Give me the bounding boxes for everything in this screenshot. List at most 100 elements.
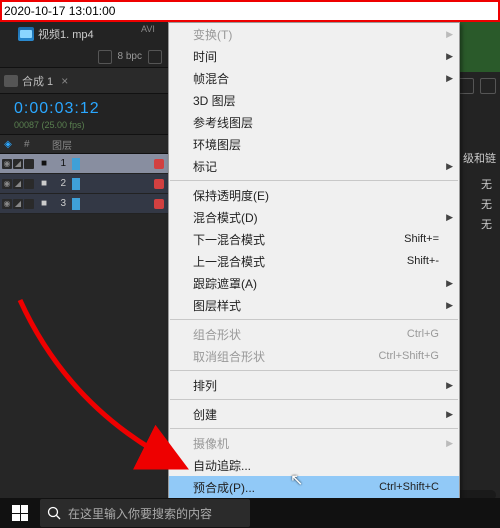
menu-item: 摄像机 ▶ [169, 432, 459, 454]
project-footer: 8 bpc [0, 46, 168, 68]
menu-item-label: 环境图层 [193, 136, 241, 153]
layer-type-icon [72, 198, 80, 210]
menu-item-label: 跟踪遮罩(A) [193, 275, 257, 292]
layer-color-swatch[interactable] [154, 179, 164, 189]
menu-item[interactable]: 上一混合模式Shift+- [169, 250, 459, 272]
menu-item-label: 变换(T) [193, 26, 232, 43]
menu-separator [170, 370, 458, 371]
menu-item[interactable]: 跟踪遮罩(A) ▶ [169, 272, 459, 294]
submenu-arrow-icon: ▶ [446, 278, 453, 289]
layer-number: 3 [50, 198, 72, 209]
menu-item[interactable]: 保持透明度(E) [169, 184, 459, 206]
menu-item[interactable]: 帧混合▶ [169, 67, 459, 89]
layer-switches[interactable]: ◉◢ [0, 159, 38, 169]
menu-item[interactable]: 时间▶ [169, 45, 459, 67]
submenu-arrow-icon: ▶ [446, 300, 453, 311]
parent-value-2[interactable]: 无 [481, 196, 492, 212]
layer-bullet: ■ [38, 158, 50, 169]
project-tool-icon-2[interactable] [148, 50, 162, 64]
menu-shortcut: Shift+= [404, 233, 439, 245]
submenu-arrow-icon: ▶ [446, 409, 453, 420]
layer-color-swatch[interactable] [154, 199, 164, 209]
cursor-pointer-icon: ↖ [290, 470, 303, 490]
submenu-arrow-icon: ▶ [446, 212, 453, 223]
timestamp-bar: 2020-10-17 13:01:00 [0, 0, 500, 22]
menu-item[interactable]: 图层样式▶ [169, 294, 459, 316]
submenu-arrow-icon: ▶ [446, 73, 453, 84]
menu-item[interactable]: 自动追踪... [169, 454, 459, 476]
menu-separator [170, 399, 458, 400]
menu-item-label: 参考线图层 [193, 114, 253, 131]
start-button[interactable] [0, 498, 40, 528]
composition-icon [4, 75, 18, 87]
menu-item-label: 混合模式(D) [193, 209, 258, 226]
menu-item: 取消组合形状 Ctrl+Shift+G [169, 345, 459, 367]
menu-item-label: 保持透明度(E) [193, 187, 269, 204]
panel-icon-1[interactable] [458, 78, 474, 94]
menu-item-label: 创建 [193, 406, 217, 423]
menu-item: 组合形状Ctrl+G [169, 323, 459, 345]
menu-item[interactable]: 排列 ▶ [169, 374, 459, 396]
menu-item-label: 3D 图层 [193, 92, 236, 109]
layer-row[interactable]: ◉◢■2 [0, 174, 168, 194]
menu-item[interactable]: 标记 ▶ [169, 155, 459, 177]
taskbar-search[interactable]: 在这里输入你要搜索的内容 [40, 499, 250, 527]
parent-value-1[interactable]: 无 [481, 176, 492, 192]
menu-item-label: 预合成(P)... [193, 479, 255, 496]
menu-item[interactable]: 创建 ▶ [169, 403, 459, 425]
layer-context-menu: 变换(T) ▶ 时间▶帧混合▶ 3D 图层参考线图层环境图层标记 ▶ 保持透明度(E) 混合… [168, 22, 460, 499]
menu-separator [170, 180, 458, 181]
search-icon [40, 506, 68, 520]
menu-shortcut: Ctrl+Shift+C [379, 481, 439, 493]
timecode[interactable]: 0:00:03:12 [14, 100, 168, 118]
menu-item-label: 组合形状 [193, 326, 241, 343]
layer-color-swatch[interactable] [154, 159, 164, 169]
submenu-arrow-icon: ▶ [446, 438, 453, 449]
menu-separator [170, 428, 458, 429]
submenu-arrow-icon: ▶ [446, 29, 453, 40]
layer-number: 2 [50, 178, 72, 189]
layer-number: 1 [50, 158, 72, 169]
menu-item-label: 排列 [193, 377, 217, 394]
timecode-block[interactable]: 0:00:03:12 00087 (25.00 fps) [0, 94, 168, 134]
layer-selector-icon[interactable]: ◈ [0, 139, 16, 150]
menu-item-label: 标记 [193, 158, 217, 175]
bpc-label[interactable]: 8 bpc [118, 51, 142, 62]
menu-item-label: 下一混合模式 [193, 231, 265, 248]
menu-shortcut: Ctrl+Shift+G [378, 350, 439, 362]
menu-item[interactable]: 混合模式(D) ▶ [169, 206, 459, 228]
layer-row[interactable]: ◉◢■1 [0, 154, 168, 174]
left-panel: 视频1. mp4 8 bpc 合成 1 × 0:00:03:12 00087 (… [0, 22, 168, 528]
windows-taskbar: 在这里输入你要搜索的内容 [0, 498, 500, 528]
windows-logo-icon [12, 505, 28, 521]
parent-link-header: 级和链 [463, 150, 496, 166]
layer-header-label: 图层 [52, 137, 168, 152]
menu-separator [170, 319, 458, 320]
parent-value-3[interactable]: 无 [481, 216, 492, 232]
menu-item[interactable]: 参考线图层 [169, 111, 459, 133]
menu-item-label: 摄像机 [193, 435, 229, 452]
submenu-arrow-icon: ▶ [446, 380, 453, 391]
layer-type-icon [72, 158, 80, 170]
layer-switches[interactable]: ◉◢ [0, 199, 38, 209]
composition-name: 合成 1 [22, 73, 53, 89]
menu-item[interactable]: 下一混合模式 Shift+= [169, 228, 459, 250]
menu-item[interactable]: 3D 图层 [169, 89, 459, 111]
timeline-tab[interactable]: 合成 1 × [0, 68, 168, 94]
menu-item[interactable]: 预合成(P)... Ctrl+Shift+C [169, 476, 459, 498]
close-icon[interactable]: × [61, 74, 68, 88]
menu-item[interactable]: 环境图层 [169, 133, 459, 155]
preview-thumbnail [460, 22, 500, 72]
timestamp-text: 2020-10-17 13:01:00 [2, 4, 115, 18]
layer-switches[interactable]: ◉◢ [0, 179, 38, 189]
avi-badge: AVI [141, 24, 155, 34]
project-tool-icon[interactable] [98, 50, 112, 64]
panel-icon-2[interactable] [480, 78, 496, 94]
submenu-arrow-icon: ▶ [446, 161, 453, 172]
project-file-name: 视频1. mp4 [38, 26, 94, 42]
layer-row[interactable]: ◉◢■3 [0, 194, 168, 214]
search-placeholder: 在这里输入你要搜索的内容 [68, 505, 212, 522]
menu-item-label: 取消组合形状 [193, 348, 265, 365]
layer-bullet: ■ [38, 198, 50, 209]
layer-header-row: ◈ # 图层 [0, 134, 168, 154]
